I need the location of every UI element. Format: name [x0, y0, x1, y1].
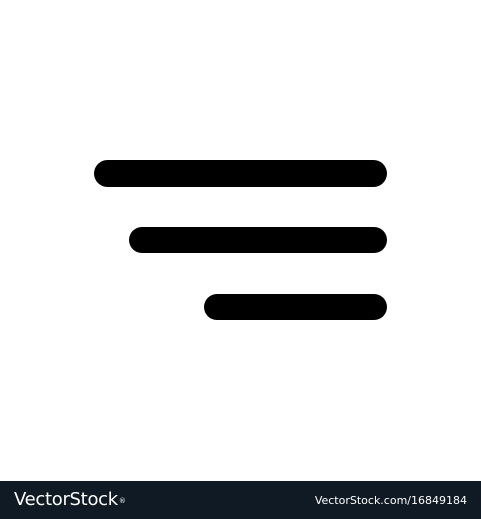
- menu-line-medium: [129, 227, 387, 253]
- brand-name: VectorStock: [14, 489, 118, 510]
- registered-mark: ®: [118, 497, 126, 505]
- watermark-footer: VectorStock® VectorStock.com/16849184: [0, 481, 481, 519]
- menu-line-short: [204, 294, 387, 320]
- menu-line-long: [94, 160, 387, 187]
- vectorstock-logo: VectorStock®: [14, 489, 126, 511]
- stock-image-canvas: VectorStock® VectorStock.com/16849184: [0, 0, 481, 519]
- image-reference: VectorStock.com/16849184: [314, 494, 467, 507]
- menu-align-right-icon: [0, 0, 481, 481]
